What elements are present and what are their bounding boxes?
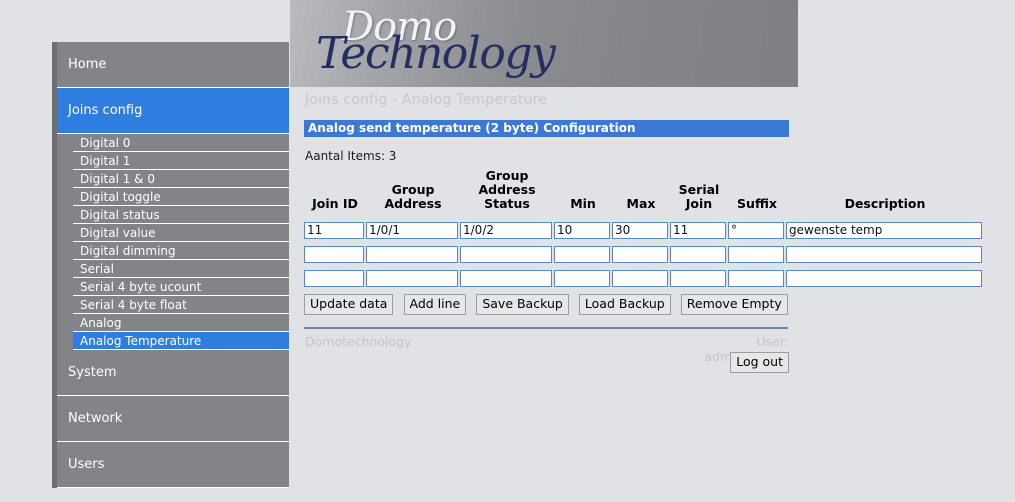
description-input[interactable] (786, 246, 982, 263)
suffix-input[interactable] (728, 222, 784, 239)
sidebar-item-joins-config[interactable]: Joins config (57, 88, 289, 134)
sidebar-item-digital-0[interactable]: Digital 0 (73, 134, 289, 152)
sidebar-item-serial[interactable]: Serial (73, 260, 289, 278)
column-header-description: Description (844, 196, 926, 211)
join-id-input[interactable] (304, 222, 364, 239)
cell-min (554, 217, 612, 241)
suffix-input[interactable] (728, 246, 784, 263)
section-title-bar: Analog send temperature (2 byte) Configu… (304, 120, 789, 137)
cell-suffix (728, 265, 786, 289)
logo-text-technology: Technology (316, 28, 556, 79)
logout-button-wrapper: Log out (664, 351, 789, 373)
table-header-row: Join ID Group Address Group Address Stat… (304, 169, 984, 217)
group-address-input[interactable] (366, 222, 458, 239)
save-backup-button[interactable]: Save Backup (476, 294, 569, 315)
max-input[interactable] (612, 270, 668, 287)
sidebar: Home Joins config Digital 0 Digital 1 Digita… (52, 42, 289, 488)
group-address-status-input[interactable] (460, 222, 552, 239)
description-input[interactable] (786, 270, 982, 287)
footer-company-label: Domotechnology (305, 334, 412, 349)
sidebar-item-digital-toggle[interactable]: Digital toggle (73, 188, 289, 206)
column-header-group-address-status: Group Address Status (478, 168, 536, 211)
sidebar-item-serial-4-byte-ucount[interactable]: Serial 4 byte ucount (73, 278, 289, 296)
cell-min (554, 265, 612, 289)
sidebar-item-system[interactable]: System (57, 350, 289, 396)
serial-join-input[interactable] (670, 222, 726, 239)
group-address-status-input[interactable] (460, 270, 552, 287)
description-input[interactable] (786, 222, 982, 239)
group-address-input[interactable] (366, 246, 458, 263)
sidebar-item-digital-dimming[interactable]: Digital dimming (73, 242, 289, 260)
min-input[interactable] (554, 246, 610, 263)
joins-table-wrapper: Join ID Group Address Group Address Stat… (304, 169, 984, 289)
action-buttons: Update data Add line Save Backup Load Ba… (304, 293, 793, 315)
cell-group-address (366, 265, 460, 289)
column-header-min: Min (570, 196, 596, 211)
min-input[interactable] (554, 270, 610, 287)
cell-serial-join (670, 241, 728, 265)
cell-suffix (728, 241, 786, 265)
sidebar-item-home[interactable]: Home (57, 42, 289, 88)
main-content: Joins config - Analog Temperature Analog… (290, 87, 1015, 502)
column-header-max: Max (626, 196, 656, 211)
min-input[interactable] (554, 222, 610, 239)
cell-group-address-status (460, 217, 554, 241)
log-out-button[interactable]: Log out (730, 352, 789, 373)
sidebar-item-serial-4-byte-float[interactable]: Serial 4 byte float (73, 296, 289, 314)
cell-join-id (304, 241, 366, 265)
column-header-suffix: Suffix (737, 196, 777, 211)
cell-suffix (728, 217, 786, 241)
sidebar-item-analog-temperature[interactable]: Analog Temperature (73, 332, 289, 350)
join-id-input[interactable] (304, 246, 364, 263)
add-line-button[interactable]: Add line (403, 294, 467, 315)
table-row (304, 241, 984, 265)
column-header-group-address: Group Address (384, 182, 442, 211)
cell-group-address-status (460, 241, 554, 265)
sidebar-item-analog[interactable]: Analog (73, 314, 289, 332)
sidebar-item-users[interactable]: Users (57, 442, 289, 488)
column-header-join-id: Join ID (312, 196, 358, 211)
cell-group-address (366, 217, 460, 241)
sidebar-item-digital-1-0[interactable]: Digital 1 & 0 (73, 170, 289, 188)
cell-group-address-status (460, 265, 554, 289)
table-row (304, 265, 984, 289)
cell-serial-join (670, 217, 728, 241)
cell-serial-join (670, 265, 728, 289)
sidebar-item-digital-status[interactable]: Digital status (73, 206, 289, 224)
joins-table: Join ID Group Address Group Address Stat… (304, 169, 984, 289)
serial-join-input[interactable] (670, 246, 726, 263)
cell-join-id (304, 265, 366, 289)
group-address-status-input[interactable] (460, 246, 552, 263)
cell-description (786, 217, 984, 241)
cell-description (786, 265, 984, 289)
cell-join-id (304, 217, 366, 241)
group-address-input[interactable] (366, 270, 458, 287)
breadcrumb: Joins config - Analog Temperature (305, 92, 548, 108)
domotechnology-logo: Domo Technology (312, 2, 556, 84)
footer-divider (304, 327, 788, 329)
join-id-input[interactable] (304, 270, 364, 287)
cell-group-address (366, 241, 460, 265)
item-count-label: Aantal Items: 3 (305, 149, 397, 163)
update-data-button[interactable]: Update data (304, 294, 394, 315)
serial-join-input[interactable] (670, 270, 726, 287)
cell-max (612, 241, 670, 265)
sidebar-submenu: Digital 0 Digital 1 Digital 1 & 0 Digital t… (57, 134, 289, 350)
cell-max (612, 265, 670, 289)
sidebar-item-digital-1[interactable]: Digital 1 (73, 152, 289, 170)
max-input[interactable] (612, 222, 668, 239)
column-header-serial-join: Serial Join (678, 182, 720, 211)
table-row (304, 217, 984, 241)
cell-description (786, 241, 984, 265)
sidebar-item-network[interactable]: Network (57, 396, 289, 442)
suffix-input[interactable] (728, 270, 784, 287)
remove-empty-button[interactable]: Remove Empty (680, 294, 788, 315)
site-banner: Domo Technology (290, 0, 798, 87)
cell-max (612, 217, 670, 241)
load-backup-button[interactable]: Load Backup (578, 294, 671, 315)
sidebar-item-digital-value[interactable]: Digital value (73, 224, 289, 242)
cell-min (554, 241, 612, 265)
max-input[interactable] (612, 246, 668, 263)
